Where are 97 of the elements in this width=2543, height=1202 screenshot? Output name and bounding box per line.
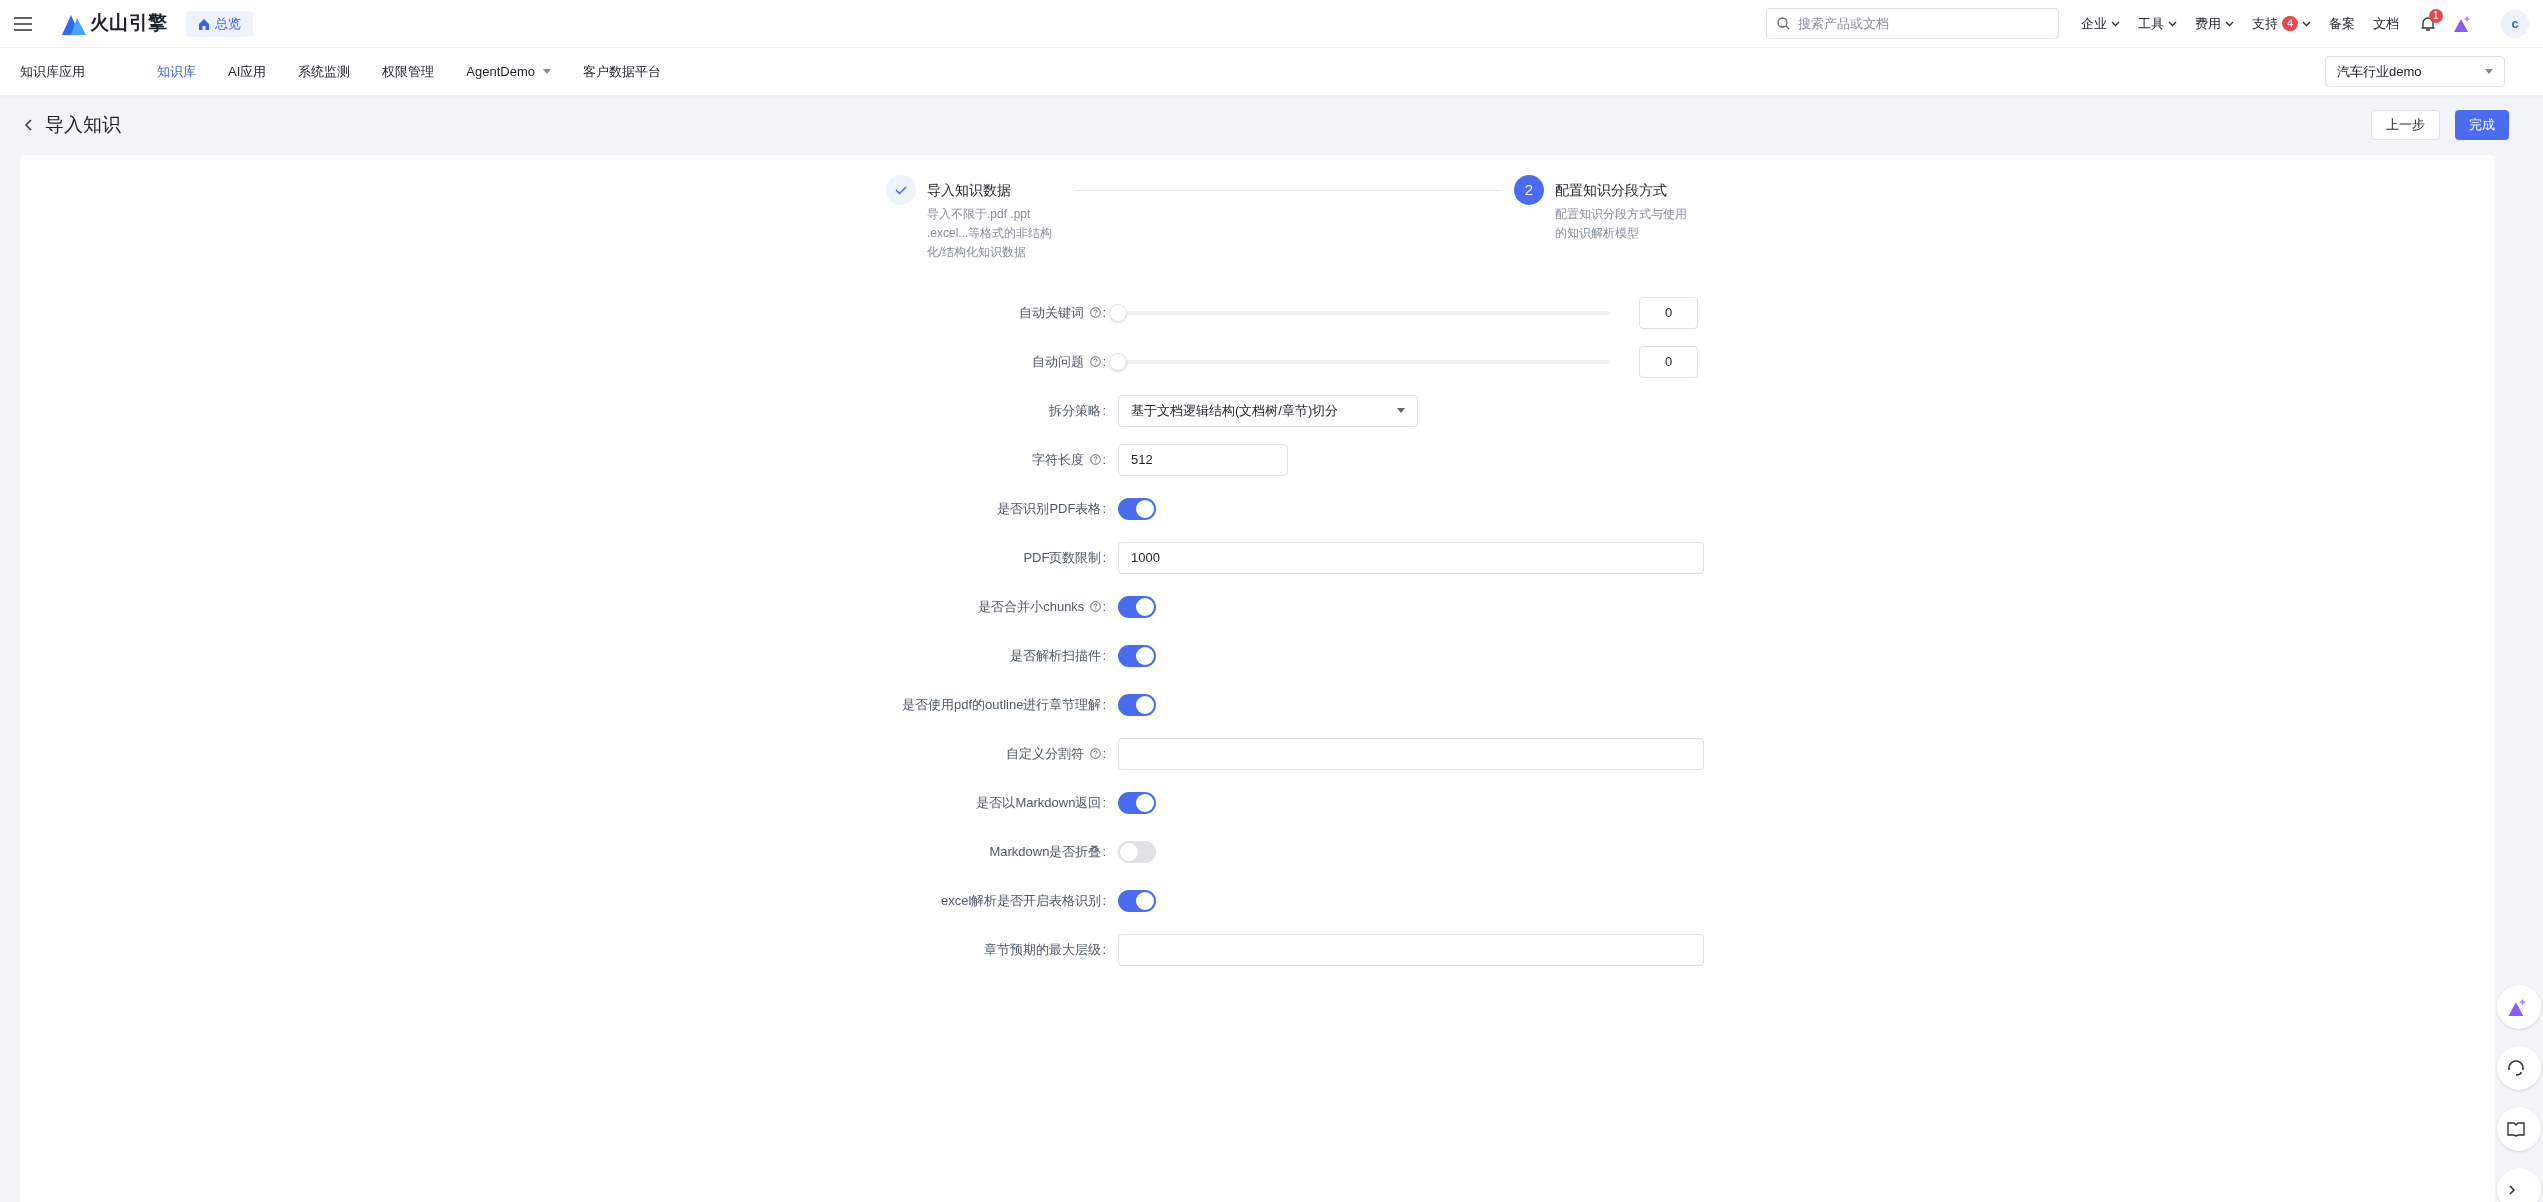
chevron-down-icon — [2224, 20, 2234, 27]
sparkle-mountain-icon[interactable] — [2453, 15, 2471, 32]
field-label: 是否使用pdf的outline进行章节理解 — [902, 695, 1102, 714]
colon: : — [1102, 450, 1106, 469]
colon: : — [1102, 499, 1106, 518]
help-icon[interactable] — [1090, 356, 1102, 367]
help-icon[interactable] — [1090, 307, 1102, 318]
colon: : — [1102, 744, 1106, 763]
input-field[interactable] — [1118, 933, 1704, 966]
assistant-button[interactable] — [2497, 985, 2541, 1029]
field-label: 自动问题 — [1032, 352, 1085, 371]
menu-item[interactable]: 费用 — [2194, 13, 2234, 34]
step-description: 导入不限于.pdf .ppt .excel...等格式的非结构化/结构化知识数据 — [927, 206, 1054, 261]
input-field[interactable]: 512 — [1118, 443, 1288, 476]
step-number: 2 — [1514, 175, 1544, 205]
finish-button[interactable]: 完成 — [2455, 110, 2509, 140]
app-title: 知识库应用 — [20, 62, 86, 81]
chevron-down-icon — [2302, 20, 2311, 27]
menu-item[interactable]: 文档 — [2373, 13, 2399, 34]
nav-tab[interactable]: 客户数据平台 — [582, 61, 661, 82]
number-field[interactable]: 0 — [1639, 296, 1698, 329]
field-label: 是否解析扫描件 — [1010, 646, 1102, 665]
count-badge: 4 — [2281, 16, 2298, 31]
home-icon — [197, 17, 210, 30]
field-label: 字符长度 — [1032, 450, 1085, 469]
book-icon — [2507, 1121, 2525, 1137]
menu-icon[interactable] — [14, 16, 32, 31]
colon: : — [1102, 597, 1106, 616]
chevron-down-icon — [2110, 20, 2120, 27]
colon: : — [1102, 891, 1106, 910]
colon: : — [1102, 646, 1106, 665]
notification-badge: 1 — [2429, 8, 2443, 23]
colon: : — [1102, 401, 1106, 420]
menu-item[interactable]: 备案 — [2329, 13, 2355, 34]
toggle-switch[interactable] — [1118, 644, 1156, 667]
menu-item[interactable]: 工具 — [2137, 13, 2177, 34]
slider-thumb[interactable] — [1109, 303, 1127, 322]
menu-item[interactable]: 企业 — [2080, 13, 2120, 34]
nav-tab[interactable]: 系统监测 — [298, 61, 351, 82]
help-icon[interactable] — [1090, 601, 1102, 612]
field-label: 章节预期的最大层级 — [984, 940, 1102, 959]
menu-item[interactable]: 支持 4 — [2251, 13, 2311, 34]
step-title: 导入知识数据 — [927, 181, 1011, 200]
strategy-select[interactable]: 基于文档逻辑结构(文档树/章节)切分 — [1118, 394, 1418, 427]
brand-name: 火山引擎 — [90, 11, 168, 36]
colon: : — [1102, 793, 1106, 812]
caret-icon — [2485, 69, 2493, 74]
nav-tab[interactable]: AI应用 — [228, 61, 267, 82]
field-label: 是否识别PDF表格 — [997, 499, 1102, 518]
colon: : — [1102, 548, 1106, 567]
search-icon — [1776, 17, 1790, 30]
support-button[interactable] — [2497, 1046, 2541, 1090]
docs-button[interactable] — [2497, 1107, 2541, 1151]
nav-tab[interactable]: AgentDemo — [466, 61, 551, 82]
toggle-switch[interactable] — [1118, 497, 1156, 520]
nav-tab[interactable]: 权限管理 — [382, 61, 435, 82]
field-label: Markdown是否折叠 — [989, 842, 1102, 861]
step-title: 配置知识分段方式 — [1555, 181, 1667, 200]
toggle-switch[interactable] — [1118, 791, 1156, 814]
input-field[interactable]: 1000 — [1118, 541, 1704, 574]
search-field[interactable]: 搜索产品或文档 — [1765, 8, 2059, 39]
field-label: 自定义分割符 — [1006, 744, 1085, 763]
help-icon[interactable] — [1090, 454, 1102, 465]
field-label: 拆分策略 — [1049, 401, 1102, 420]
toggle-switch[interactable] — [1118, 595, 1156, 618]
colon: : — [1102, 303, 1106, 322]
toggle-switch[interactable] — [1118, 889, 1156, 912]
toggle-switch[interactable] — [1118, 840, 1156, 863]
chevron-down-icon — [2167, 20, 2177, 27]
chevron-right-icon — [2509, 1185, 2516, 1195]
project-select[interactable]: 汽车行业demo — [2325, 56, 2505, 87]
field-label: 是否以Markdown返回 — [976, 793, 1102, 812]
sparkle-mountain-icon — [2507, 998, 2527, 1016]
check-icon — [886, 175, 916, 205]
colon: : — [1102, 842, 1106, 861]
help-icon[interactable] — [1090, 748, 1102, 759]
colon: : — [1102, 940, 1106, 959]
colon: : — [1102, 352, 1106, 371]
field-label: 自动关键词 — [1019, 303, 1085, 322]
previous-button[interactable]: 上一步 — [2371, 110, 2440, 140]
user-avatar[interactable]: c — [2501, 9, 2529, 38]
caret-icon — [1397, 408, 1405, 413]
toggle-switch[interactable] — [1118, 693, 1156, 716]
bell-icon[interactable] — [2421, 15, 2435, 32]
nav-tab[interactable]: 知识库 — [157, 61, 196, 82]
field-label: excel解析是否开启表格识别 — [941, 891, 1102, 910]
field-label: 是否合并小chunks — [978, 597, 1085, 616]
colon: : — [1102, 695, 1106, 714]
step-description: 配置知识分段方式与使用的知识解析模型 — [1555, 206, 1688, 242]
input-field[interactable] — [1118, 737, 1704, 770]
page-title: 导入知识 — [45, 112, 121, 137]
overview-chip[interactable]: 总览 — [185, 10, 253, 37]
number-field[interactable]: 0 — [1639, 345, 1698, 378]
slider-thumb[interactable] — [1109, 352, 1127, 371]
caret-icon — [542, 69, 551, 74]
back-icon[interactable] — [24, 119, 32, 131]
field-label: PDF页数限制 — [1023, 548, 1102, 567]
